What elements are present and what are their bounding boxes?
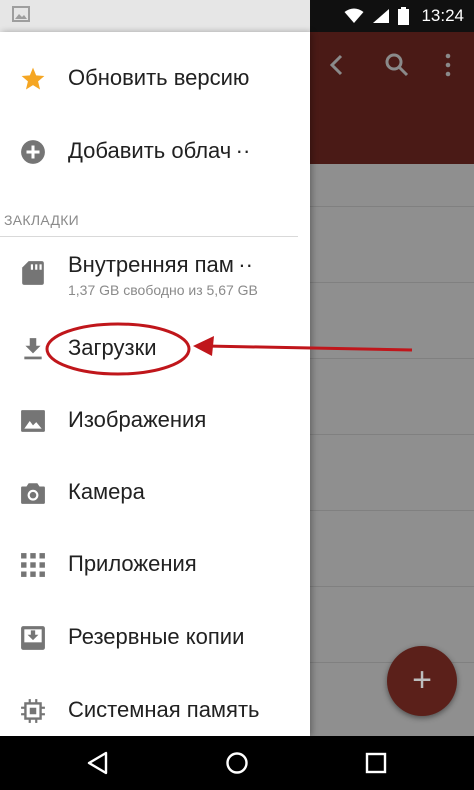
system-nav-bar — [0, 736, 474, 790]
drawer-item-backups[interactable]: Резервные копии — [0, 609, 310, 665]
status-bar: 13:24 — [0, 0, 474, 32]
search-icon[interactable] — [384, 52, 410, 78]
wifi-icon — [344, 8, 364, 23]
add-circle-icon — [21, 140, 45, 164]
list-divider — [310, 282, 474, 283]
drawer-item-system-storage[interactable]: Системная память — [0, 682, 310, 738]
list-divider — [310, 358, 474, 359]
backup-icon — [21, 626, 45, 650]
drawer-item-label: Камера — [68, 479, 145, 504]
star-icon — [21, 67, 45, 90]
download-icon — [24, 338, 42, 360]
camera-icon — [21, 483, 45, 504]
signal-icon — [373, 9, 390, 23]
nav-home-icon[interactable] — [223, 749, 251, 777]
drawer-item-label: Приложения — [68, 551, 197, 576]
drawer-item-label: Обновить версию — [68, 65, 250, 90]
nav-recents-icon[interactable] — [362, 749, 390, 777]
status-icons: 13:24 — [344, 0, 464, 32]
drawer-item-label: Изображения — [68, 407, 207, 432]
drawer-item-label: Загрузки — [68, 335, 157, 360]
status-time: 13:24 — [421, 6, 464, 25]
drawer-item-label: Системная память — [68, 697, 260, 722]
image-notification-icon — [12, 6, 30, 22]
drawer-item-label: Резервные копии — [68, 624, 245, 649]
back-icon[interactable] — [324, 52, 350, 78]
navigation-drawer: Обновить версию Добавить облач ·· ЗАКЛАД… — [0, 32, 310, 736]
drawer-item-add-cloud[interactable]: Добавить облач ·· — [0, 123, 310, 179]
fab-plus-icon: + — [412, 661, 432, 699]
section-header-bookmarks: ЗАКЛАДКИ — [4, 212, 80, 228]
list-divider — [310, 510, 474, 511]
drawer-item-label: Внутренняя пам ·· — [68, 252, 253, 277]
drawer-item-images[interactable]: Изображения — [0, 392, 310, 448]
list-divider — [310, 434, 474, 435]
nav-back-icon[interactable] — [84, 749, 112, 777]
apps-grid-icon — [21, 553, 45, 577]
image-icon — [21, 410, 45, 432]
drawer-item-update[interactable]: Обновить версию — [0, 50, 310, 106]
more-vert-icon[interactable] — [440, 52, 456, 78]
drawer-item-label: Добавить облач ·· — [68, 138, 251, 163]
drawer-item-internal-storage[interactable]: Внутренняя пам ·· 1,37 GB свободно из 5,… — [0, 246, 310, 302]
drawer-item-camera[interactable]: Камера — [0, 464, 310, 520]
list-divider — [310, 206, 474, 207]
storage-usage-text: 1,37 GB свободно из 5,67 GB — [68, 282, 258, 298]
battery-icon — [398, 7, 410, 25]
drawer-item-downloads[interactable]: Загрузки — [0, 320, 310, 376]
fab-add-button[interactable]: + — [387, 646, 457, 716]
chip-icon — [21, 699, 45, 723]
status-bar-drawer-portion — [0, 0, 310, 32]
drawer-item-apps[interactable]: Приложения — [0, 536, 310, 592]
sd-card-icon — [22, 261, 44, 285]
list-divider — [310, 586, 474, 587]
drawer-divider — [0, 236, 298, 237]
